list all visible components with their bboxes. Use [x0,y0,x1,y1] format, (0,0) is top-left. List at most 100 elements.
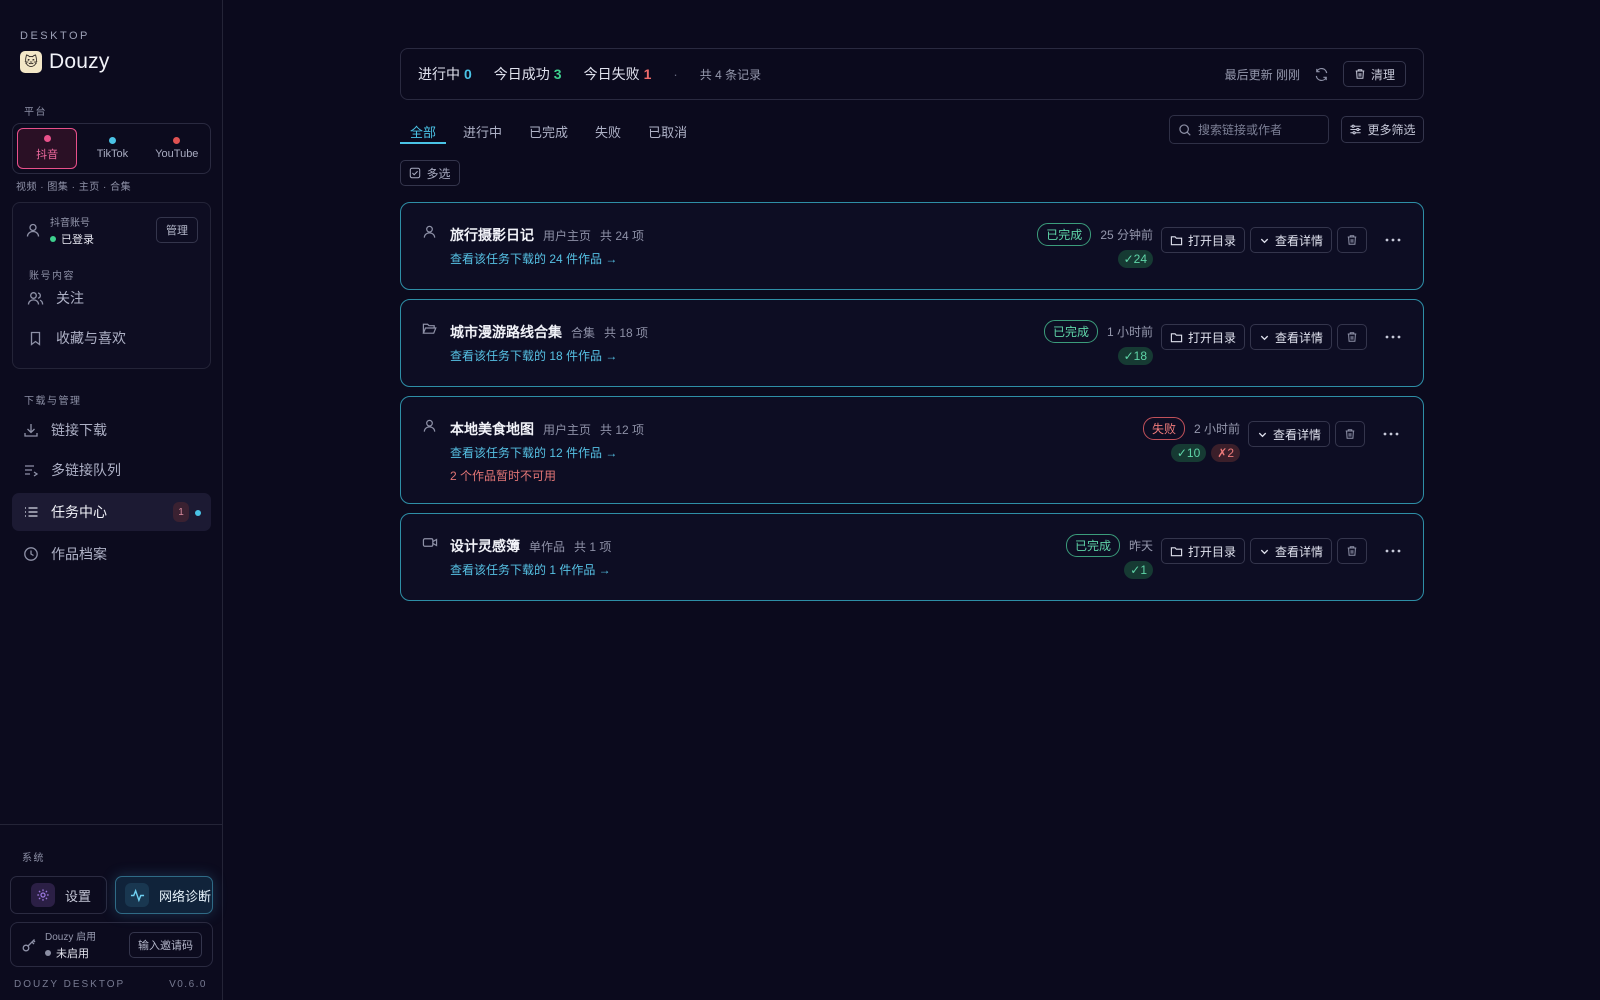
view-details-button[interactable]: 查看详情 [1248,421,1331,447]
task-actions: 打开目录 查看详情 [1161,324,1406,350]
status-online-icon [50,235,56,242]
task-count: 共 24 项 [600,229,645,243]
task-result-counts: ✓18 [1117,347,1153,365]
user-icon [422,224,437,239]
status-badge: 已完成 [1043,320,1098,343]
view-details-button[interactable]: 查看详情 [1250,324,1333,350]
search-input[interactable] [1198,122,1318,137]
platform-douyin[interactable]: 抖音 [17,128,78,169]
more-options-icon[interactable] [1378,421,1404,447]
gear-icon [31,883,55,907]
task-actions: 查看详情 [1248,421,1404,447]
sidebar-item-archive[interactable]: 作品档案 [12,535,211,573]
network-diagnostics-button[interactable]: 网络诊断 [115,876,213,914]
view-details-label: 查看详情 [1275,544,1324,559]
task-count: 共 12 项 [600,423,645,437]
status-inactive-icon [45,950,51,956]
stats-total: 共 4 条记录 [699,67,762,82]
search-box [1169,115,1329,144]
chevron-down-icon [1257,429,1268,440]
sidebar-item-label: 链接下载 [51,422,107,438]
sliders-icon [1349,123,1362,136]
delete-task-button[interactable] [1337,324,1368,350]
multi-select-label: 多选 [426,166,451,181]
task-works-link[interactable]: 查看该任务下载的 18 件作品 → [450,347,617,364]
open-folder-button[interactable]: 打开目录 [1161,324,1246,350]
task-result-counts: ✓24 [1117,250,1153,268]
tab-running[interactable]: 进行中 [453,118,512,144]
search-icon [1178,123,1192,137]
activity-icon [125,883,149,907]
sidebar-item-task-center[interactable]: 任务中心 1 [12,493,211,531]
view-details-label: 查看详情 [1275,330,1324,345]
sidebar-item-favorites[interactable]: 收藏与喜欢 [27,328,126,348]
list-plus-icon [23,462,39,478]
task-meta: 已完成 25 分钟前 [1037,223,1153,246]
view-details-label: 查看详情 [1275,233,1324,248]
platform-youtube[interactable]: YouTube [148,128,206,169]
settings-button[interactable]: 设置 [10,876,107,914]
platform-section-label: 平台 [24,107,47,118]
more-options-icon[interactable] [1380,538,1406,564]
clear-button[interactable]: 清理 [1342,61,1406,87]
task-works-link[interactable]: 查看该任务下载的 24 件作品 → [450,250,617,267]
task-card[interactable]: 设计灵感簿 单作品 共 1 项 查看该任务下载的 1 件作品 → 已完成 昨天 … [400,513,1424,601]
view-details-label: 查看详情 [1273,427,1322,442]
tab-all[interactable]: 全部 [400,118,447,144]
open-folder-button[interactable]: 打开目录 [1161,538,1246,564]
platform-tiktok[interactable]: TikTok [83,128,141,169]
brand-name: Douzy [49,50,110,73]
task-count-badge: 1 [173,502,189,522]
task-title-row: 城市漫游路线合集 合集 共 18 项 [450,322,648,342]
task-works-link[interactable]: 查看该任务下载的 1 件作品 → [450,561,611,578]
tab-failed[interactable]: 失败 [585,118,631,144]
task-meta: 已完成 1 小时前 [1043,320,1153,343]
invite-code-button[interactable]: 输入邀请码 [129,931,202,958]
douyin-dot-icon [43,135,51,142]
stat-label: 进行中 [418,66,460,82]
task-card[interactable]: 本地美食地图 用户主页 共 12 项 查看该任务下载的 12 件作品 → 2 个… [400,396,1424,504]
brand-caption: DESKTOP [20,30,90,42]
sidebar-item-link-download[interactable]: 链接下载 [12,411,211,449]
open-folder-label: 打开目录 [1188,233,1237,248]
task-works-link[interactable]: 查看该任务下载的 12 件作品 → [450,444,617,461]
view-details-button[interactable]: 查看详情 [1250,538,1333,564]
stat-label: 今日失败 [583,66,640,82]
sidebar-item-queue[interactable]: 多链接队列 [12,451,211,489]
sidebar-item-label: 多链接队列 [51,462,121,478]
brand: 🐱 Douzy [20,50,110,74]
open-folder-button[interactable]: 打开目录 [1161,227,1246,253]
task-type: 用户主页 [543,423,592,437]
more-filters-button[interactable]: 更多筛选 [1341,116,1424,143]
task-type: 单作品 [529,540,566,554]
delete-task-button[interactable] [1337,227,1368,253]
task-time: 2 小时前 [1193,422,1240,436]
bookmark-icon [27,330,44,347]
multi-select-button[interactable]: 多选 [400,160,460,186]
task-actions: 打开目录 查看详情 [1161,227,1406,253]
task-type: 用户主页 [543,229,592,243]
task-card[interactable]: 旅行摄影日记 用户主页 共 24 项 查看该任务下载的 24 件作品 → 已完成… [400,202,1424,290]
manage-account-button[interactable]: 管理 [156,217,198,243]
account-status-text: 已登录 [61,233,94,246]
open-folder-label: 打开目录 [1188,330,1237,345]
platform-content-types: 视频 · 图集 · 主页 · 合集 [16,182,132,193]
view-details-button[interactable]: 查看详情 [1250,227,1333,253]
task-card[interactable]: 城市漫游路线合集 合集 共 18 项 查看该任务下载的 18 件作品 → 已完成… [400,299,1424,387]
tab-cancelled[interactable]: 已取消 [638,118,697,144]
account-title: 抖音账号 [50,217,90,229]
activation-status: 未启用 [45,945,96,961]
delete-task-button[interactable] [1337,538,1368,564]
refresh-icon[interactable] [1314,67,1329,82]
delete-task-button[interactable] [1335,421,1366,447]
app-logo-icon: 🐱 [20,51,42,73]
tab-completed[interactable]: 已完成 [519,118,578,144]
sidebar-item-follow[interactable]: 关注 [27,288,84,308]
platform-label: 抖音 [36,149,59,161]
success-count: ✓24 [1117,250,1153,268]
download-icon [23,422,39,438]
more-options-icon[interactable] [1380,324,1406,350]
task-time: 1 小时前 [1106,325,1153,339]
success-count: ✓10 [1170,444,1207,462]
more-options-icon[interactable] [1380,227,1406,253]
